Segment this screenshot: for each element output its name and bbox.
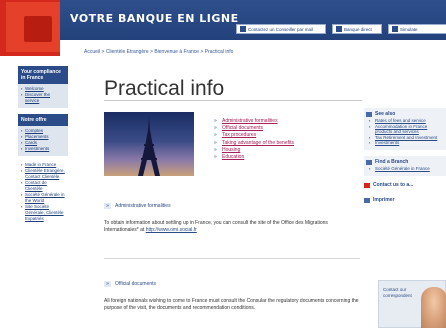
title-divider (104, 100, 362, 101)
sidebar-more-links: Made in France Clientèle Etrangère, Cont… (18, 162, 68, 222)
logo-mark (24, 16, 52, 42)
eiffel-tower-icon (138, 116, 160, 176)
link-education[interactable]: Education (214, 154, 294, 161)
contact-advisor-button[interactable]: Contactez un Conseiller par mail (236, 24, 326, 34)
section-admin-text: To obtain information about settling up … (104, 220, 328, 233)
see-also-head: See also (366, 111, 444, 118)
bank-logo[interactable] (6, 2, 60, 52)
page-title: Practical info (104, 77, 225, 100)
see-also-link[interactable]: Accommodation in France products and ser… (366, 124, 444, 135)
section-docs-head[interactable]: » Official documents (104, 281, 156, 287)
printer-icon (364, 197, 370, 203)
contact-us-link[interactable]: Contact us to a... (364, 182, 446, 189)
direct-banking-button[interactable]: Banque direct (332, 24, 382, 34)
phone-icon (336, 26, 342, 32)
chevron-right-icon: » (104, 281, 111, 287)
omi-link[interactable]: http://www.omi.social.fr (146, 227, 197, 233)
section-divider (104, 258, 360, 259)
sidebar-box2-head: Notre offre (18, 114, 68, 126)
promo-banner[interactable]: Contact our correspondent (378, 280, 446, 328)
advisor-photo (421, 287, 446, 328)
mail-icon (364, 182, 370, 188)
simulate-button[interactable]: Simulate (388, 24, 446, 34)
page: VOTRE BANQUE EN LIGNE Contactez un Conse… (0, 0, 446, 328)
sidebar-link-expats[interactable]: Site Société Générale, Clientèle Expatri… (21, 204, 65, 222)
section-docs-text: All foreign nationals wishing to come to… (104, 298, 359, 311)
map-pin-icon (366, 159, 372, 165)
sidebar-box1-head: Your compliance in France (18, 66, 68, 84)
link-official-documents[interactable]: Official documents (214, 125, 294, 132)
sidebar-link-contact[interactable]: Contact de Clientèle (21, 180, 65, 192)
sidebar-link-discover[interactable]: Discover the service (21, 92, 65, 104)
mail-icon (240, 26, 246, 32)
header-title: VOTRE BANQUE EN LIGNE (70, 12, 239, 25)
link-tax-procedures[interactable]: Tax procedures (214, 132, 294, 139)
link-housing[interactable]: Housing (214, 147, 294, 154)
sidebar-link-foreign-clients[interactable]: Clientèle Etrangère, Contact Clientèle (21, 168, 65, 180)
quick-links: Administrative formalities Official docu… (214, 118, 294, 161)
see-also-box: See also Rates of fees and service Accom… (364, 108, 446, 150)
link-taking-advantage[interactable]: Taking advantage of the benefits (214, 140, 294, 147)
breadcrumb[interactable]: Accueil > Clientèle Etrangère > Bienvenu… (84, 49, 233, 55)
promo-text: Contact our correspondent (383, 287, 412, 298)
sidebar-link-sg-world[interactable]: Société Générale in the World (21, 192, 65, 204)
see-also-link[interactable]: Investments (366, 140, 444, 146)
find-branch-head: Find a Branch (366, 159, 444, 166)
find-branch-link[interactable]: Société Générale in France (366, 166, 444, 172)
link-administrative-formalities[interactable]: Administrative formalities (214, 118, 294, 125)
section-admin-head[interactable]: » Administrative formalities (104, 203, 171, 209)
calculator-icon (392, 26, 398, 32)
print-link[interactable]: Imprimer (364, 197, 446, 204)
right-column: See also Rates of fees and service Accom… (364, 108, 446, 212)
left-sidebar: Your compliance in France Welcome Discov… (18, 66, 68, 222)
sidebar-box2: Comptes Placements Cards Investments (18, 126, 68, 156)
header-bar: VOTRE BANQUE EN LIGNE Contactez un Conse… (60, 0, 446, 40)
chevron-right-icon: » (104, 203, 111, 209)
find-branch-box: Find a Branch Société Générale in France (364, 155, 446, 176)
sidebar-box1: Welcome Discover the service (18, 84, 68, 108)
eiffel-tower-photo (104, 112, 194, 176)
sidebar-link-investments[interactable]: Investments (21, 146, 65, 152)
info-icon (366, 112, 372, 117)
